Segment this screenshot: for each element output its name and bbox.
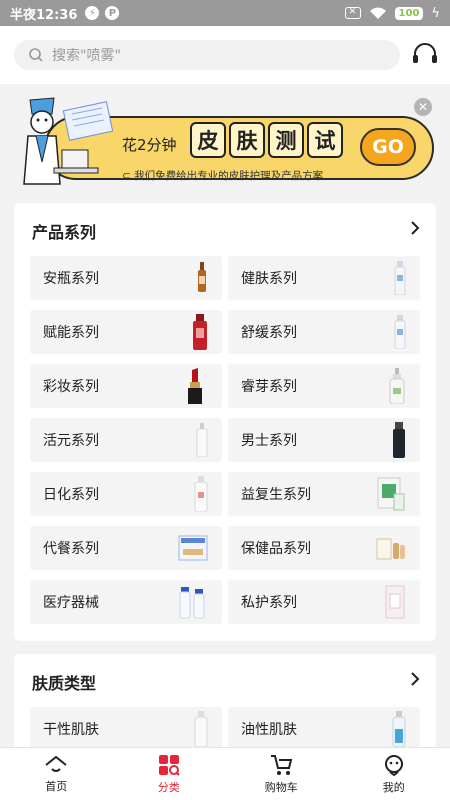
close-icon: ✕: [417, 100, 429, 114]
skin-type-dry[interactable]: 干性肌肤: [30, 707, 222, 751]
series-label: 赋能系列: [43, 325, 99, 341]
series-item-private[interactable]: 私护系列: [228, 580, 420, 624]
series-item-men[interactable]: 男士系列: [228, 418, 420, 462]
section-title: 产品系列: [32, 223, 97, 242]
series-item-shuhuan[interactable]: 舒缓系列: [228, 310, 420, 354]
chevron-right-icon[interactable]: [408, 221, 422, 235]
nav-label: 首页: [45, 779, 68, 793]
series-item-yifusheng[interactable]: 益复生系列: [228, 472, 420, 516]
series-label: 活元系列: [43, 433, 99, 449]
series-label: 医疗器械: [43, 595, 99, 611]
series-label: 代餐系列: [43, 541, 99, 557]
customer-service-icon[interactable]: [412, 43, 438, 67]
banner-subtitle-text: 我们免费给出专业的皮肤护理及产品方案: [134, 170, 324, 182]
pink-box-icon: [385, 585, 405, 619]
series-label: 男士系列: [241, 433, 297, 449]
shield-notification-icon: ⚡: [85, 6, 100, 20]
skin-type-label: 干性肌肤: [43, 722, 99, 738]
nav-label: 我的: [382, 780, 405, 794]
series-item-funeng[interactable]: 赋能系列: [30, 310, 222, 354]
search-placeholder: 搜索"喷雾": [52, 48, 121, 64]
nav-label: 分类: [157, 780, 180, 794]
banner-title-char: 试: [307, 122, 343, 158]
doctor-illustration: [23, 97, 114, 185]
skin-test-banner[interactable]: 花2分钟 皮 肤 测 试 GO ⊂ 我们免费给出专业的皮肤护理及产品方案 ✕: [14, 92, 436, 190]
banner-title-char: 肤: [229, 122, 265, 158]
series-item-ampoule[interactable]: 安瓶系列: [30, 256, 222, 300]
search-icon: [29, 48, 43, 62]
status-bar: 半夜12:36 ⚡ P ✕ 100 ϟ: [0, 0, 450, 26]
skin-type-oily[interactable]: 油性肌肤: [228, 707, 420, 751]
red-bottle-icon: [193, 314, 207, 350]
bottom-nav: 首页 分类 购物车 我的: [0, 747, 450, 800]
product-series-grid: 安瓶系列 健肤系列 赋能系列 舒缓系列 彩妆系列 睿芽系列 活元系列 男士系列 …: [30, 256, 420, 624]
banner-close-button[interactable]: ✕: [414, 98, 432, 116]
sim-icon: ✕: [344, 7, 361, 19]
banner-title-char: 皮: [190, 122, 226, 158]
profile-icon: [384, 754, 403, 776]
series-label: 益复生系列: [241, 487, 311, 503]
home-icon: [45, 755, 67, 772]
banner-title: 皮 肤 测 试: [190, 122, 343, 158]
series-label: 彩妆系列: [43, 379, 99, 395]
search-input[interactable]: 搜索"喷雾": [14, 40, 400, 70]
banner-prefix: 花2分钟: [122, 136, 177, 154]
wifi-icon: [369, 7, 386, 19]
banner-go-button[interactable]: GO: [360, 128, 416, 166]
banner-subtitle: ⊂ 我们免费给出专业的皮肤护理及产品方案: [122, 170, 324, 182]
skin-type-grid: 干性肌肤 油性肌肤: [30, 707, 420, 751]
series-item-meal[interactable]: 代餐系列: [30, 526, 222, 570]
series-item-huoyuan[interactable]: 活元系列: [30, 418, 222, 462]
status-time: 半夜12:36: [10, 7, 78, 23]
nav-label: 购物车: [264, 780, 298, 794]
series-label: 舒缓系列: [241, 325, 297, 341]
series-label: 安瓶系列: [43, 271, 99, 287]
series-item-medical[interactable]: 医疗器械: [30, 580, 222, 624]
series-label: 睿芽系列: [241, 379, 297, 395]
chevron-right-icon[interactable]: [408, 672, 422, 686]
nav-category[interactable]: 分类: [113, 748, 226, 800]
meal-box-icon: [178, 535, 208, 561]
section-title: 肤质类型: [32, 674, 97, 693]
blue-bottle-icon: [392, 711, 406, 747]
nav-home[interactable]: 首页: [0, 748, 113, 800]
series-item-makeup[interactable]: 彩妆系列: [30, 364, 222, 408]
blue-tubes-icon: [179, 587, 205, 619]
banner-title-char: 测: [268, 122, 304, 158]
series-label: 私护系列: [241, 595, 297, 611]
white-bottle-icon: [194, 711, 208, 747]
series-item-jianfu[interactable]: 健肤系列: [228, 256, 420, 300]
product-series-section: 产品系列 安瓶系列 健肤系列 赋能系列 舒缓系列 彩妆系列 睿芽系列 活元系列 …: [14, 203, 436, 641]
skin-type-label: 油性肌肤: [241, 722, 297, 738]
green-box-icon: [377, 477, 405, 511]
black-bottle-icon: [393, 422, 405, 458]
series-label: 健肤系列: [241, 271, 297, 287]
lipstick-icon: [188, 368, 202, 404]
charging-icon: ϟ: [431, 5, 440, 21]
category-icon: [158, 754, 180, 776]
p-notification-icon: P: [105, 6, 120, 20]
search-header: 搜索"喷雾": [0, 26, 450, 84]
supplement-set-icon: [376, 538, 405, 560]
white-bottle-icon: [196, 423, 208, 457]
ampoule-bottle-icon: [198, 262, 206, 292]
pump-bottle-icon: [389, 368, 405, 404]
battery-icon: 100: [394, 6, 424, 20]
series-item-health[interactable]: 保健品系列: [228, 526, 420, 570]
series-label: 保健品系列: [241, 541, 311, 557]
white-bottle-icon: [394, 315, 406, 349]
white-bottle-icon: [194, 476, 208, 512]
series-label: 日化系列: [43, 487, 99, 503]
series-item-daily[interactable]: 日化系列: [30, 472, 222, 516]
series-item-ruiya[interactable]: 睿芽系列: [228, 364, 420, 408]
white-bottle-icon: [394, 261, 406, 295]
cart-icon: [271, 754, 293, 775]
nav-cart[interactable]: 购物车: [225, 748, 338, 800]
nav-profile[interactable]: 我的: [338, 748, 450, 800]
